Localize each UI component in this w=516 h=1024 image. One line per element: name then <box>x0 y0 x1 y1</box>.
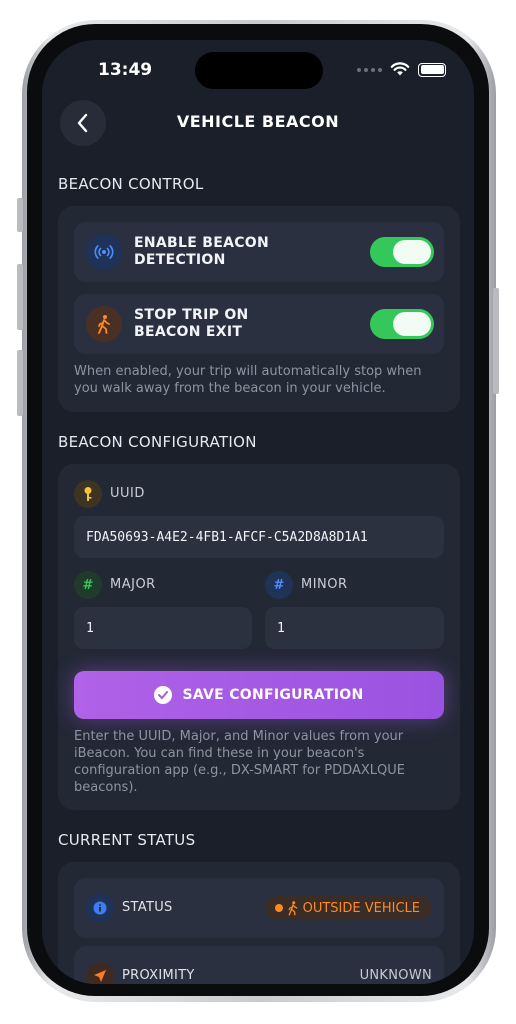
uuid-label: UUID <box>110 486 145 501</box>
hash-icon-major: # <box>74 571 102 599</box>
proximity-label: PROXIMITY <box>122 968 195 983</box>
current-status-card: STATUS OUTSIDE VEHICLE PROXIMITY UNKNOWN <box>58 862 460 984</box>
uuid-input[interactable]: FDA50693-A4E2-4FB1-AFCF-C5A2D8A8D1A1 <box>74 516 444 558</box>
stop-trip-label: STOP TRIP ON BEACON EXIT <box>134 307 249 341</box>
hash-icon-minor: # <box>265 571 293 599</box>
beacon-control-help-line2: you walk away from the beacon in your ve… <box>74 381 386 396</box>
wifi-icon <box>390 62 410 76</box>
volume-up-button <box>17 264 23 330</box>
section-title-current-status: CURRENT STATUS <box>58 831 196 849</box>
beacon-configuration-help-line3: configuration app (e.g., DX-SMART for PD… <box>74 763 405 778</box>
stop-trip-row: STOP TRIP ON BEACON EXIT <box>74 294 444 354</box>
enable-detection-label-line2: DETECTION <box>134 252 226 268</box>
status-badge: OUTSIDE VEHICLE <box>264 896 432 920</box>
page-title: VEHICLE BEACON <box>176 112 340 131</box>
minor-input[interactable]: 1 <box>265 607 444 649</box>
enable-detection-toggle[interactable] <box>370 237 434 267</box>
signal-icon <box>357 67 382 72</box>
walking-icon <box>86 306 122 342</box>
status-value: OUTSIDE VEHICLE <box>302 900 420 916</box>
section-title-beacon-control: BEACON CONTROL <box>58 175 204 193</box>
enable-detection-label-line1: ENABLE BEACON <box>134 235 270 251</box>
beacon-configuration-help-line2: iBeacon. You can find these in your beac… <box>74 746 365 761</box>
location-arrow-icon <box>86 962 114 984</box>
status-icons <box>357 62 446 77</box>
section-title-beacon-configuration: BEACON CONFIGURATION <box>58 433 257 451</box>
proximity-value: UNKNOWN <box>359 968 432 983</box>
beacon-configuration-help-line1: Enter the UUID, Major, and Minor values … <box>74 729 404 744</box>
enable-detection-label: ENABLE BEACON DETECTION <box>134 235 269 269</box>
beacon-control-card: ENABLE BEACON DETECTION STOP TRIP ON BEA… <box>58 206 460 412</box>
beacon-configuration-help: Enter the UUID, Major, and Minor values … <box>74 728 444 796</box>
minor-label: MINOR <box>301 577 348 592</box>
volume-down-button <box>17 350 23 416</box>
save-configuration-label: SAVE CONFIGURATION <box>182 687 364 703</box>
battery-icon <box>418 62 446 77</box>
app-screen: 13:49 VEHICLE BEACON BEACON CONTROL ENAB… <box>42 40 474 984</box>
key-icon <box>74 480 102 508</box>
status-time: 13:49 <box>98 60 153 80</box>
enable-detection-row: ENABLE BEACON DETECTION <box>74 222 444 282</box>
check-circle-icon <box>154 686 173 704</box>
status-row: STATUS OUTSIDE VEHICLE <box>74 878 444 938</box>
proximity-row: PROXIMITY UNKNOWN <box>74 946 444 984</box>
beacon-configuration-help-line4: beacons). <box>74 780 138 795</box>
beacon-configuration-card: UUID FDA50693-A4E2-4FB1-AFCF-C5A2D8A8D1A… <box>58 464 460 810</box>
beacon-control-help: When enabled, your trip will automatical… <box>74 363 444 397</box>
major-label: MAJOR <box>110 577 156 592</box>
major-input[interactable]: 1 <box>74 607 252 649</box>
beacon-control-help-line1: When enabled, your trip will automatical… <box>74 364 422 379</box>
broadcast-icon <box>86 234 122 270</box>
stop-trip-label-line2: BEACON EXIT <box>134 324 243 340</box>
status-dot <box>274 904 283 912</box>
stop-trip-toggle[interactable] <box>370 309 434 339</box>
status-label: STATUS <box>122 900 173 915</box>
action-button <box>17 198 23 232</box>
info-icon <box>86 894 114 922</box>
power-button <box>493 288 499 394</box>
walking-icon <box>288 901 298 916</box>
stop-trip-label-line1: STOP TRIP ON <box>134 307 249 323</box>
save-configuration-button[interactable]: SAVE CONFIGURATION <box>74 671 444 719</box>
dynamic-island <box>195 52 323 89</box>
